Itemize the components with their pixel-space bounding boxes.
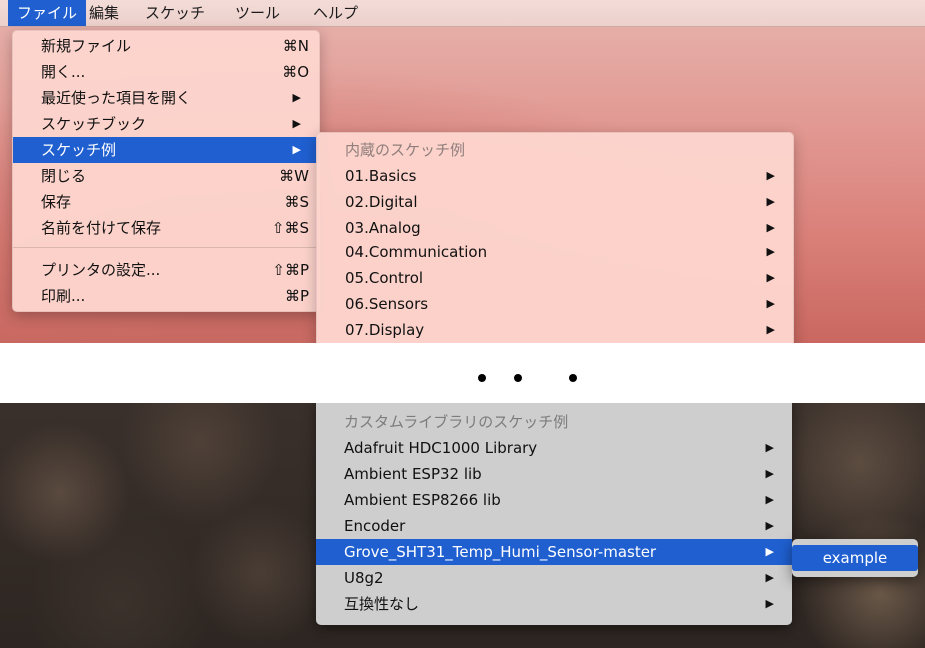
menu-item-display[interactable]: 07.Display ▶ <box>317 317 793 343</box>
custom-examples-submenu: カスタムライブラリのスケッチ例 Adafruit HDC1000 Library… <box>316 403 792 625</box>
menu-item-label: 02.Digital <box>345 193 418 211</box>
shortcut-label: ⇧⌘P <box>272 261 309 279</box>
menu-item-save-as[interactable]: 名前を付けて保存 ⇧⌘S <box>13 215 319 241</box>
top-screenshot-panel: ファイル 編集 スケッチ ツール ヘルプ 新規ファイル ⌘N 開く... ⌘O … <box>0 0 925 343</box>
submenu-arrow-icon: ▶ <box>765 467 774 480</box>
menu-item-label: 互換性なし <box>344 595 420 613</box>
menu-tools[interactable]: ツール <box>226 0 289 26</box>
submenu-arrow-icon: ▶ <box>765 441 774 454</box>
shortcut-label: ⌘P <box>284 287 309 305</box>
menu-item-page-setup[interactable]: プリンタの設定... ⇧⌘P <box>13 257 319 283</box>
menu-item-new-file[interactable]: 新規ファイル ⌘N <box>13 33 319 59</box>
menu-item-label: Ambient ESP8266 lib <box>344 491 501 509</box>
menu-item-grove-sht31[interactable]: Grove_SHT31_Temp_Humi_Sensor-master ▶ <box>316 539 792 565</box>
menu-item-label: 開く... <box>41 63 86 81</box>
menu-item-label: 保存 <box>41 193 72 211</box>
menu-item-label: スケッチ例 <box>41 141 117 159</box>
menu-sketch[interactable]: スケッチ <box>136 0 214 26</box>
menu-item-print[interactable]: 印刷... ⌘P <box>13 283 319 309</box>
menu-item-incompatible[interactable]: 互換性なし ▶ <box>316 591 792 617</box>
menu-item-label: 01.Basics <box>345 167 417 185</box>
menu-item-u8g2[interactable]: U8g2 ▶ <box>316 565 792 591</box>
menu-item-ambient-esp32[interactable]: Ambient ESP32 lib ▶ <box>316 461 792 487</box>
menu-item-analog[interactable]: 03.Analog ▶ <box>317 215 793 241</box>
menu-item-label: 04.Communication <box>345 243 488 261</box>
menu-item-label: スケッチブック <box>41 115 147 133</box>
shortcut-label: ⇧⌘S <box>271 219 309 237</box>
menu-item-save[interactable]: 保存 ⌘S <box>13 189 319 215</box>
menu-item-label: 印刷... <box>41 287 86 305</box>
submenu-arrow-icon: ▶ <box>766 195 775 208</box>
menu-item-label: プリンタの設定... <box>41 261 161 279</box>
menu-item-sensors[interactable]: 06.Sensors ▶ <box>317 291 793 317</box>
submenu-arrow-icon: ▶ <box>766 169 775 182</box>
menu-item-examples[interactable]: スケッチ例 ▶ <box>13 137 319 163</box>
menu-item-control[interactable]: 05.Control ▶ <box>317 265 793 291</box>
menu-item-label: 新規ファイル <box>41 37 132 55</box>
shortcut-label: ⌘S <box>284 193 309 211</box>
bottom-screenshot-panel: カスタムライブラリのスケッチ例 Adafruit HDC1000 Library… <box>0 403 925 648</box>
menu-item-digital[interactable]: 02.Digital ▶ <box>317 189 793 215</box>
menu-item-adafruit-hdc1000[interactable]: Adafruit HDC1000 Library ▶ <box>316 435 792 461</box>
menu-item-label: 03.Analog <box>345 219 421 237</box>
submenu-arrow-icon: ▶ <box>766 245 775 258</box>
menu-item-label: Encoder <box>344 517 406 535</box>
submenu-arrow-icon: ▶ <box>765 493 774 506</box>
submenu-arrow-icon: ▶ <box>766 221 775 234</box>
menu-item-close[interactable]: 閉じる ⌘W <box>13 163 319 189</box>
shortcut-label: ⌘N <box>282 37 309 55</box>
header-label: カスタムライブラリのスケッチ例 <box>344 413 569 431</box>
header-label: 内蔵のスケッチ例 <box>345 141 466 159</box>
menu-item-label: 名前を付けて保存 <box>41 219 162 237</box>
library-examples-submenu: example <box>792 539 918 577</box>
menu-item-label: 06.Sensors <box>345 295 429 313</box>
menu-bar: ファイル 編集 スケッチ ツール ヘルプ <box>0 0 925 27</box>
submenu-arrow-icon: ▶ <box>292 91 301 104</box>
menu-file[interactable]: ファイル <box>8 0 87 26</box>
menu-item-open[interactable]: 開く... ⌘O <box>13 59 319 85</box>
menu-item-ambient-esp8266[interactable]: Ambient ESP8266 lib ▶ <box>316 487 792 513</box>
menu-item-basics[interactable]: 01.Basics ▶ <box>317 163 793 189</box>
ellipsis-separator <box>0 343 925 403</box>
builtin-examples-header: 内蔵のスケッチ例 <box>317 137 793 163</box>
menu-edit[interactable]: 編集 <box>80 0 128 26</box>
submenu-arrow-icon: ▶ <box>292 143 301 156</box>
menu-item-label: 最近使った項目を開く <box>41 89 192 107</box>
submenu-arrow-icon: ▶ <box>766 323 775 336</box>
menu-item-label: 閉じる <box>41 167 87 185</box>
menu-item-label: 05.Control <box>345 269 424 287</box>
menu-item-label: Ambient ESP32 lib <box>344 465 482 483</box>
submenu-arrow-icon: ▶ <box>292 117 301 130</box>
submenu-arrow-icon: ▶ <box>766 297 775 310</box>
shortcut-label: ⌘O <box>282 63 309 81</box>
menu-help[interactable]: ヘルプ <box>304 0 367 26</box>
submenu-arrow-icon: ▶ <box>765 519 774 532</box>
submenu-arrow-icon: ▶ <box>765 597 774 610</box>
custom-examples-header: カスタムライブラリのスケッチ例 <box>316 409 792 435</box>
submenu-arrow-icon: ▶ <box>765 545 774 558</box>
menu-separator <box>13 247 319 248</box>
submenu-arrow-icon: ▶ <box>766 271 775 284</box>
submenu-arrow-icon: ▶ <box>765 571 774 584</box>
menu-item-open-recent[interactable]: 最近使った項目を開く ▶ <box>13 85 319 111</box>
menu-item-example[interactable]: example <box>792 545 918 571</box>
dot-icon <box>514 374 522 382</box>
menu-item-label: 07.Display <box>345 321 425 339</box>
menu-item-label: example <box>822 549 888 567</box>
menu-item-label: Adafruit HDC1000 Library <box>344 439 538 457</box>
dot-icon <box>478 374 486 382</box>
menu-item-communication[interactable]: 04.Communication ▶ <box>317 239 793 265</box>
menu-item-label: Grove_SHT31_Temp_Humi_Sensor-master <box>344 543 657 561</box>
menu-item-encoder[interactable]: Encoder ▶ <box>316 513 792 539</box>
file-menu: 新規ファイル ⌘N 開く... ⌘O 最近使った項目を開く ▶ スケッチブック … <box>12 30 320 312</box>
menu-item-label: U8g2 <box>344 569 384 587</box>
shortcut-label: ⌘W <box>279 167 309 185</box>
dot-icon <box>569 374 577 382</box>
menu-item-sketchbook[interactable]: スケッチブック ▶ <box>13 111 319 137</box>
examples-submenu: 内蔵のスケッチ例 01.Basics ▶ 02.Digital ▶ 03.Ana… <box>316 132 794 343</box>
